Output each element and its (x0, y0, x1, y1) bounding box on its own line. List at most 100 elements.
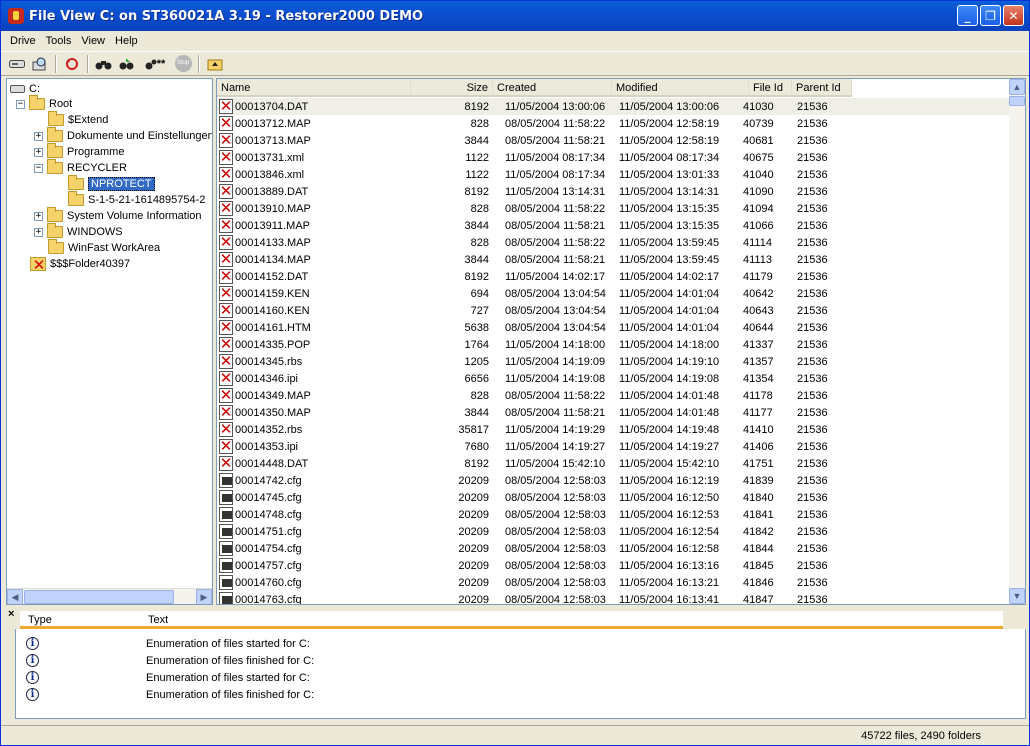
deleted-file-icon: ✕ (219, 371, 233, 386)
deleted-file-icon: ✕ (219, 252, 233, 267)
tree-item-windows[interactable]: + WINDOWS (34, 223, 123, 240)
tree-item-system-volume[interactable]: + System Volume Information (34, 207, 202, 224)
scroll-thumb[interactable] (24, 590, 174, 604)
log-list[interactable]: i Enumeration of files started for C: i Enu… (15, 629, 1026, 719)
tree-item-dokumente[interactable]: + Dokumente und Einstellungen (34, 127, 212, 144)
tree-item-extend[interactable]: $Extend (48, 111, 108, 128)
file-row[interactable]: 00014745.cfg 20209 08/05/2004 12:58:03 11/0… (217, 489, 1010, 506)
file-row[interactable]: ✕ 00013889.DAT 8192 11/05/2004 13:14:31 11/0… (217, 183, 1010, 200)
expand-icon[interactable]: + (34, 131, 43, 141)
folder-tree[interactable]: C: − Root $Extend + Dokumente und Einstell… (6, 78, 213, 605)
find-next-icon[interactable] (117, 54, 137, 74)
column-size[interactable]: Size (411, 79, 493, 97)
log-row[interactable]: i Enumeration of files finished for C: (16, 652, 1016, 669)
file-row[interactable]: 00014754.cfg 20209 08/05/2004 12:58:03 11/0… (217, 540, 1010, 557)
file-row[interactable]: ✕ 00014161.HTM 5638 08/05/2004 13:04:54 11/0… (217, 319, 1010, 336)
minimize-button[interactable]: _ (957, 5, 978, 26)
file-row[interactable]: ✕ 00014352.rbs 35817 11/05/2004 14:19:29 11/… (217, 421, 1010, 438)
log-row[interactable]: i Enumeration of files started for C: (16, 635, 1016, 652)
config-file-icon (219, 473, 233, 488)
column-parent-id[interactable]: Parent Id (792, 79, 852, 97)
stop-icon[interactable]: Stop (173, 54, 193, 74)
file-created: 08/05/2004 12:58:03 (505, 474, 606, 487)
file-row[interactable]: ✕ 00013846.xml 1122 11/05/2004 08:17:34 11/0… (217, 166, 1010, 183)
file-row[interactable]: 00014763.cfg 20209 08/05/2004 12:58:03 11/0… (217, 591, 1010, 604)
expand-icon[interactable]: + (34, 147, 43, 157)
close-button[interactable]: ✕ (1003, 5, 1024, 26)
file-size: 828 (470, 389, 489, 402)
parent-id: 21536 (797, 219, 828, 232)
log-column-text[interactable]: Text (140, 611, 168, 629)
file-row[interactable]: ✕ 00013911.MAP 3844 08/05/2004 11:58:21 11/0… (217, 217, 1010, 234)
file-row[interactable]: ✕ 00013910.MAP 828 08/05/2004 11:58:22 11/05… (217, 200, 1010, 217)
log-column-type[interactable]: Type (20, 611, 140, 629)
close-icon[interactable]: × (8, 608, 14, 620)
expand-icon[interactable]: + (34, 211, 43, 221)
file-row[interactable]: ✕ 00014335.POP 1764 11/05/2004 14:18:00 11/0… (217, 336, 1010, 353)
file-row[interactable]: ✕ 00014133.MAP 828 08/05/2004 11:58:22 11/05… (217, 234, 1010, 251)
log-row[interactable]: i Enumeration of files finished for C: (16, 686, 1016, 703)
file-id: 41842 (743, 525, 774, 538)
file-row[interactable]: ✕ 00014353.ipi 7680 11/05/2004 14:19:27 11/0… (217, 438, 1010, 455)
file-row[interactable]: ✕ 00014345.rbs 1205 11/05/2004 14:19:09 11/0… (217, 353, 1010, 370)
tree-item-sid[interactable]: S-1-5-21-1614895754-2 (68, 191, 205, 208)
file-row[interactable]: ✕ 00014152.DAT 8192 11/05/2004 14:02:17 11/0… (217, 268, 1010, 285)
find-mask-icon[interactable]: ** (140, 54, 170, 74)
tree-item-recycler[interactable]: − RECYCLER (34, 159, 127, 176)
file-row[interactable]: ✕ 00014448.DAT 8192 11/05/2004 15:42:10 11/0… (217, 455, 1010, 472)
menu-drive[interactable]: Drive (5, 35, 41, 47)
file-row[interactable]: 00014760.cfg 20209 08/05/2004 12:58:03 11/0… (217, 574, 1010, 591)
file-row[interactable]: 00014757.cfg 20209 08/05/2004 12:58:03 11/0… (217, 557, 1010, 574)
log-header: Type Text (20, 611, 1003, 629)
tree-item-programme[interactable]: + Programme (34, 143, 124, 160)
file-row[interactable]: ✕ 00014349.MAP 828 08/05/2004 11:58:22 11/05… (217, 387, 1010, 404)
column-modified[interactable]: Modified (612, 79, 749, 97)
list-vertical-scrollbar[interactable]: ▲ ▼ (1009, 79, 1025, 604)
file-row[interactable]: ✕ 00013731.xml 1122 11/05/2004 08:17:34 11/0… (217, 149, 1010, 166)
column-name[interactable]: Name (217, 79, 411, 97)
scroll-right-icon[interactable]: ▶ (196, 589, 212, 604)
collapse-icon[interactable]: − (16, 99, 25, 109)
log-row[interactable]: i Enumeration of files started for C: (16, 669, 1016, 686)
file-row[interactable]: ✕ 00013712.MAP 828 08/05/2004 11:58:22 11/05… (217, 115, 1010, 132)
tree-item-deleted-folder[interactable]: ✕ $$$Folder40397 (30, 256, 130, 273)
find-icon[interactable] (94, 54, 114, 74)
search-icon[interactable] (30, 54, 50, 74)
drive-icon[interactable] (7, 54, 27, 74)
menu-tools[interactable]: Tools (41, 35, 77, 47)
file-row[interactable]: ✕ 00013713.MAP 3844 08/05/2004 11:58:21 11/0… (217, 132, 1010, 149)
file-row[interactable]: ✕ 00014350.MAP 3844 08/05/2004 11:58:21 11/0… (217, 404, 1010, 421)
file-row[interactable]: ✕ 00014134.MAP 3844 08/05/2004 11:58:21 11/0… (217, 251, 1010, 268)
file-row[interactable]: 00014748.cfg 20209 08/05/2004 12:58:03 11/0… (217, 506, 1010, 523)
collapse-icon[interactable]: − (34, 163, 43, 173)
tree-item-root[interactable]: − Root (16, 95, 72, 112)
menu-help[interactable]: Help (110, 35, 143, 47)
tree-item-winfast[interactable]: WinFast WorkArea (48, 239, 160, 256)
tree-horizontal-scrollbar[interactable]: ◀ ▶ (7, 588, 212, 604)
title-bar[interactable]: File View C: on ST360021A 3.19 - Restore… (1, 1, 1029, 31)
file-id: 41177 (743, 406, 773, 419)
file-row[interactable]: ✕ 00013704.DAT 8192 11/05/2004 13:00:06 11/0… (217, 98, 1010, 115)
recover-icon[interactable] (62, 54, 82, 74)
file-row[interactable]: 00014742.cfg 20209 08/05/2004 12:58:03 11/0… (217, 472, 1010, 489)
scroll-down-icon[interactable]: ▼ (1009, 588, 1025, 604)
up-folder-icon[interactable] (205, 54, 225, 74)
expand-icon[interactable]: + (34, 227, 43, 237)
file-row[interactable]: ✕ 00014346.ipi 6656 11/05/2004 14:19:08 11/0… (217, 370, 1010, 387)
file-row[interactable]: ✕ 00014160.KEN 727 08/05/2004 13:04:54 11/05… (217, 302, 1010, 319)
scroll-thumb[interactable] (1009, 96, 1025, 106)
file-size: 20209 (458, 576, 489, 589)
menu-view[interactable]: View (76, 35, 110, 47)
file-list[interactable]: Name Size Created Modified File Id Paren… (216, 78, 1026, 605)
scroll-left-icon[interactable]: ◀ (7, 589, 23, 604)
restore-button[interactable]: ❐ (980, 5, 1001, 26)
tree-item-nprotect[interactable]: NPROTECT (68, 175, 155, 192)
folder-icon (29, 95, 45, 110)
config-file-icon (219, 490, 233, 505)
column-file-id[interactable]: File Id (749, 79, 792, 97)
file-row[interactable]: ✕ 00014159.KEN 694 08/05/2004 13:04:54 11/05… (217, 285, 1010, 302)
file-created: 08/05/2004 13:04:54 (505, 321, 606, 334)
column-created[interactable]: Created (493, 79, 612, 97)
file-row[interactable]: 00014751.cfg 20209 08/05/2004 12:58:03 11/0… (217, 523, 1010, 540)
scroll-up-icon[interactable]: ▲ (1009, 79, 1025, 95)
